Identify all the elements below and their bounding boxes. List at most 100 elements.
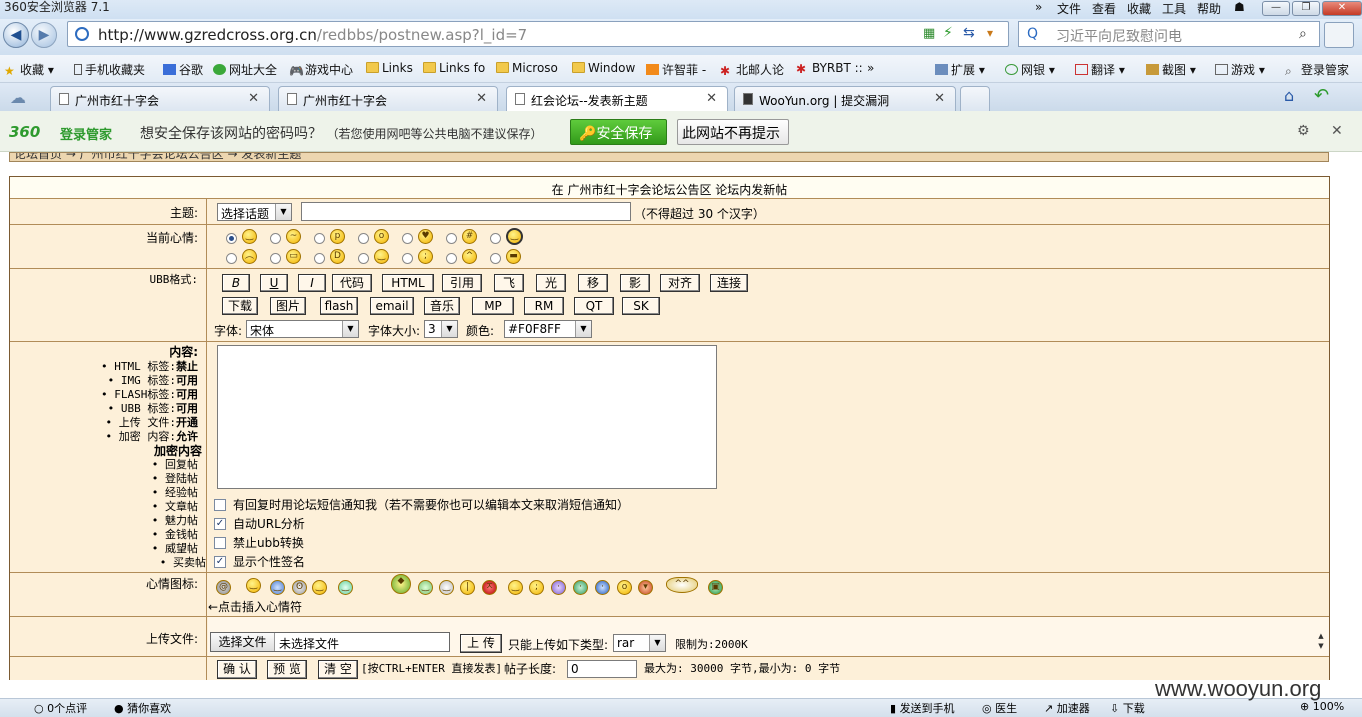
mood-radio-13[interactable] [446,253,457,264]
bookmark-games[interactable]: 🎮游戏中心 [289,61,353,78]
bookmark-folder-microsoft[interactable]: Microso [496,61,558,75]
ubb-move-button[interactable]: 移 [578,274,608,292]
ubb-image-button[interactable]: 图片 [270,297,306,315]
search-engine-icon[interactable]: Q [1027,26,1038,42]
url-text[interactable]: http://www.gzredcross.org.cn/redbbs/post… [98,26,527,44]
sms-notify-checkbox[interactable] [214,499,226,511]
content-textarea[interactable] [217,345,717,489]
emote-icon[interactable]: ‿ [312,580,327,595]
ubb-code-button[interactable]: 代码 [332,274,372,292]
menu-help[interactable]: 帮助 [1197,0,1221,17]
auto-url-checkbox[interactable]: ✓ [214,518,226,530]
refresh-icon[interactable]: ⇆ [963,25,975,41]
search-icon[interactable]: ⌕ [1299,26,1307,42]
bookmark-mobile[interactable]: 手机收藏夹 [74,61,145,78]
ubb-download-button[interactable]: 下载 [222,297,258,315]
emote-icon[interactable]: ; [529,580,544,595]
ubb-glow-button[interactable]: 光 [536,274,566,292]
bookmark-byr[interactable]: ✱ 北邮人论 [720,61,784,78]
extensions-button[interactable]: 扩展 ▾ [935,61,985,78]
menu-view[interactable]: 查看 [1092,0,1116,17]
guess-you-like[interactable]: ● 猜你喜欢 [114,700,171,716]
mood-radio-14[interactable] [490,253,501,264]
bookmarks-more-icon[interactable]: » [867,61,874,75]
ubb-qt-button[interactable]: QT [574,297,614,315]
close-icon[interactable]: ✕ [1331,123,1343,139]
emote-icon[interactable]: ‿ [270,580,285,595]
tab-forum-newpost[interactable]: 红会论坛--发表新主题 ✕ [506,86,728,111]
upload-button[interactable]: 上 传 [460,634,502,653]
ubb-link-button[interactable]: 连接 [710,274,748,292]
ubb-bold-button[interactable]: B [222,274,250,292]
ubb-rm-button[interactable]: RM [524,297,564,315]
submit-button[interactable]: 确 认 [217,660,257,679]
mood-radio-5[interactable] [402,233,413,244]
doctor-button[interactable]: ◎ 医生 [982,700,1017,716]
emote-icon[interactable]: ‿ [246,578,261,593]
bookmark-folder-links[interactable]: Links [366,61,413,75]
menu-file[interactable]: 文件 [1057,0,1081,17]
emote-icon[interactable]: ‿ [508,580,523,595]
breadcrumb-text[interactable]: 论坛首页 → 广州市红十字会论坛公告区 → 发表新主题 [14,153,301,161]
bookmark-favorites[interactable]: ★ 收藏 ▾ [4,61,54,78]
bookmark-folder-linksfo[interactable]: Links fo [423,61,485,75]
mood-radio-11[interactable] [358,253,369,264]
bookmark-folder-windows[interactable]: Window [572,61,635,75]
mood-radio-1[interactable] [226,233,237,244]
home-icon[interactable]: ⌂ [1284,86,1294,105]
ubb-email-button[interactable]: email [370,297,414,315]
comment-count[interactable]: ○ 0个点评 [34,700,87,716]
subject-input[interactable] [301,202,631,221]
emote-icon[interactable]: ʘ [292,580,307,595]
bookmark-byrbt[interactable]: ✱ BYRBT :: [796,61,863,76]
close-window-button[interactable]: ✕ [1322,1,1362,16]
emote-icon[interactable]: o [617,580,632,595]
back-icon[interactable]: ◀ [3,22,29,48]
color-select[interactable]: #F0F8FF ▼ [504,320,592,338]
games-button[interactable]: 游戏 ▾ [1215,61,1265,78]
user-icon[interactable] [1324,22,1354,48]
bank-button[interactable]: 网银 ▾ [1005,61,1055,78]
login-manager-button[interactable]: ⌕ 登录管家 [1285,61,1349,78]
mood-radio-10[interactable] [314,253,325,264]
font-size-select[interactable]: 3 ▼ [424,320,458,338]
emote-icon[interactable]: ‿ [418,580,433,595]
emote-icon[interactable]: · [573,580,588,595]
emote-icon[interactable]: ‿ [439,580,454,595]
skin-icon[interactable]: ☗ [1234,0,1245,14]
disable-ubb-checkbox[interactable] [214,537,226,549]
encrypt-trade[interactable]: • 买卖帖 [160,554,206,570]
clear-button[interactable]: 清 空 [318,660,358,679]
scroll-arrows-icon[interactable]: ▲ ▼ [1314,631,1328,653]
search-input[interactable]: 习近平向尼致慰问电 [1056,26,1182,46]
ubb-flash-button[interactable]: flash [320,297,358,315]
ubb-shadow-button[interactable]: 影 [620,274,650,292]
font-select[interactable]: 宋体 ▼ [246,320,359,338]
emote-icon[interactable]: ▾ [638,580,653,595]
url-dropdown-icon[interactable]: ▾ [987,26,993,40]
mood-radio-8[interactable] [226,253,237,264]
translate-button[interactable]: 翻译 ▾ [1075,61,1125,78]
bookmark-hao360[interactable]: 网址大全 [213,61,277,78]
qr-icon[interactable]: ▦ [923,26,935,41]
search-box[interactable]: Q 习近平向尼致慰问电 ⌕ [1018,21,1320,47]
close-tab-icon[interactable]: ✕ [476,91,487,106]
ubb-sk-button[interactable]: SK [622,297,660,315]
topic-select[interactable]: 选择话题 ▼ [217,203,292,221]
tab-wooyun[interactable]: WooYun.org | 提交漏洞 ✕ [734,86,956,111]
mood-radio-3[interactable] [314,233,325,244]
accelerator-button[interactable]: ↗ 加速器 [1044,700,1090,716]
emote-icon[interactable]: ‿ [338,580,353,595]
emote-icon[interactable]: · [595,580,610,595]
emote-icon[interactable]: | [460,580,475,595]
close-tab-icon[interactable]: ✕ [248,91,259,106]
bookmark-xuzhifei[interactable]: 许智菲 - [646,61,706,78]
bookmark-google[interactable]: 谷歌 [163,61,203,78]
mood-radio-9[interactable] [270,253,281,264]
menu-favorites[interactable]: 收藏 [1127,0,1151,17]
choose-file-button[interactable]: 选择文件 [211,633,275,651]
mood-radio-2[interactable] [270,233,281,244]
file-input[interactable]: 选择文件 未选择文件 [210,632,450,652]
ubb-html-button[interactable]: HTML [382,274,434,292]
never-ask-button[interactable]: 此网站不再提示 [677,119,789,145]
